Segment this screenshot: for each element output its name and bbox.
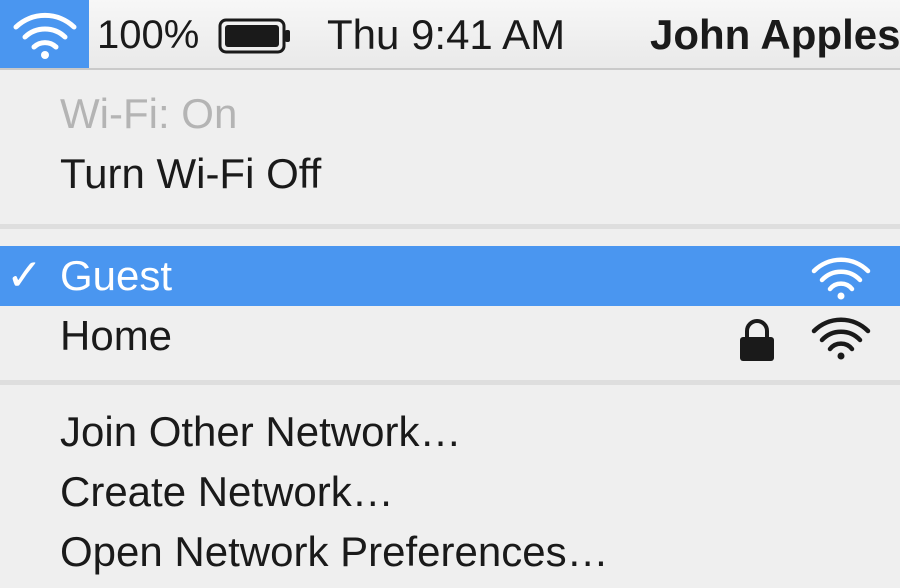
menubar-user-name[interactable]: John Apples <box>650 0 900 68</box>
network-name: Home <box>60 312 173 359</box>
wifi-signal-icon <box>811 257 871 300</box>
wifi-status-label: Wi-Fi: On <box>60 90 238 137</box>
checkmark-icon: ✓ <box>6 251 43 300</box>
network-item-guest[interactable]: ✓ Guest <box>0 246 900 306</box>
menu-separator <box>0 380 900 385</box>
turn-wifi-off-item[interactable]: Turn Wi-Fi Off <box>0 144 900 204</box>
menu-separator <box>0 224 900 229</box>
menubar-wifi-button[interactable] <box>0 0 89 68</box>
lock-icon <box>740 319 774 361</box>
menu-bar: 100% Thu 9:41 AM John Apples <box>0 0 900 70</box>
battery-full-icon[interactable] <box>218 18 292 59</box>
menubar-clock[interactable]: Thu 9:41 AM <box>327 0 565 68</box>
wifi-icon <box>13 12 76 59</box>
network-item-home[interactable]: Home <box>0 306 900 366</box>
open-network-preferences-item[interactable]: Open Network Preferences… <box>0 522 900 582</box>
network-name: Guest <box>60 252 173 299</box>
join-other-network-item[interactable]: Join Other Network… <box>0 402 900 462</box>
wifi-dropdown-menu: Wi-Fi: On Turn Wi-Fi Off ✓ Guest Home Jo… <box>0 70 900 588</box>
battery-percentage[interactable]: 100% <box>97 0 199 68</box>
create-network-item[interactable]: Create Network… <box>0 462 900 522</box>
wifi-signal-icon <box>811 317 871 360</box>
